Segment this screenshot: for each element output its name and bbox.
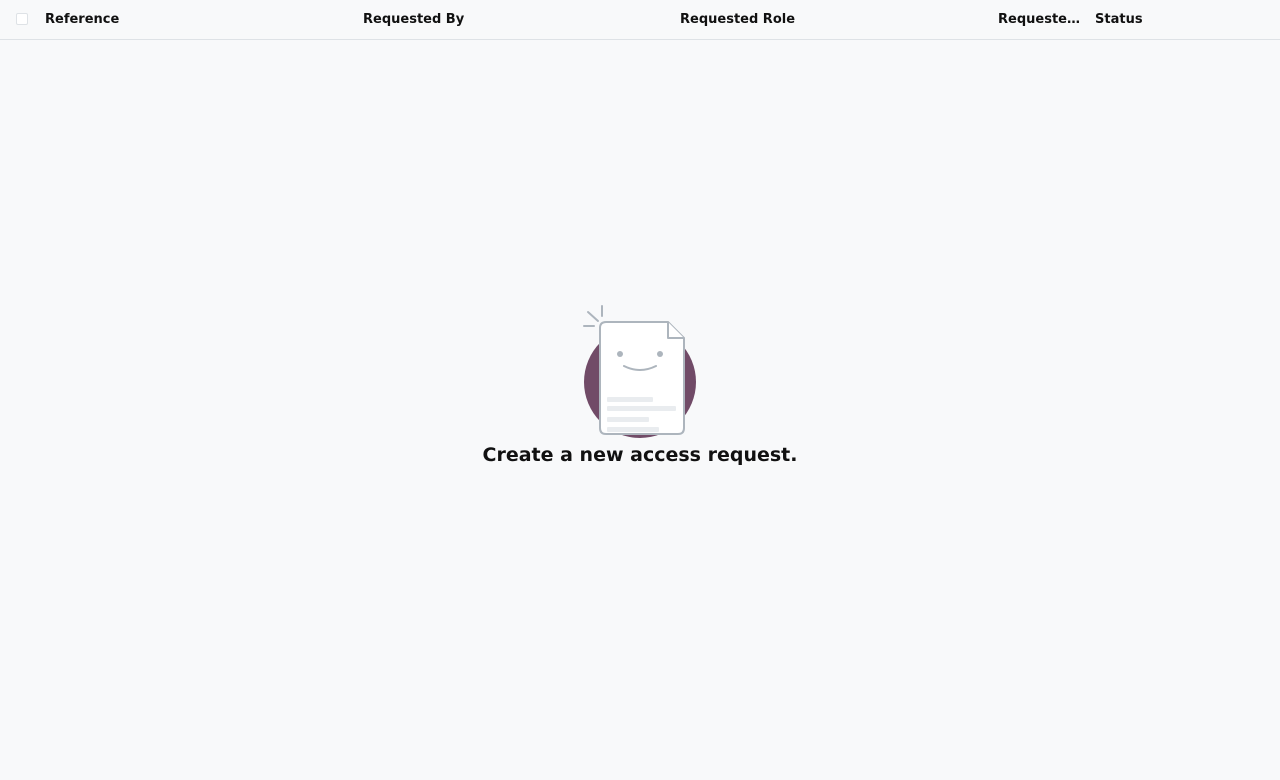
empty-state-title: Create a new access request. <box>482 444 798 466</box>
smiling-document-icon <box>583 305 696 438</box>
empty-state: Create a new access request. <box>0 300 1280 466</box>
select-all-checkbox[interactable] <box>16 13 28 25</box>
access-request-list-view: Reference Requested By Requested Role Re… <box>0 0 1280 780</box>
column-header-requested-date[interactable]: Requested ... <box>998 0 1085 39</box>
column-header-status[interactable]: Status <box>1095 0 1265 39</box>
column-header-requested-by[interactable]: Requested By <box>363 0 663 39</box>
list-header: Reference Requested By Requested Role Re… <box>0 0 1280 40</box>
column-header-requested-role[interactable]: Requested Role <box>680 0 980 39</box>
column-header-reference[interactable]: Reference <box>45 0 345 39</box>
